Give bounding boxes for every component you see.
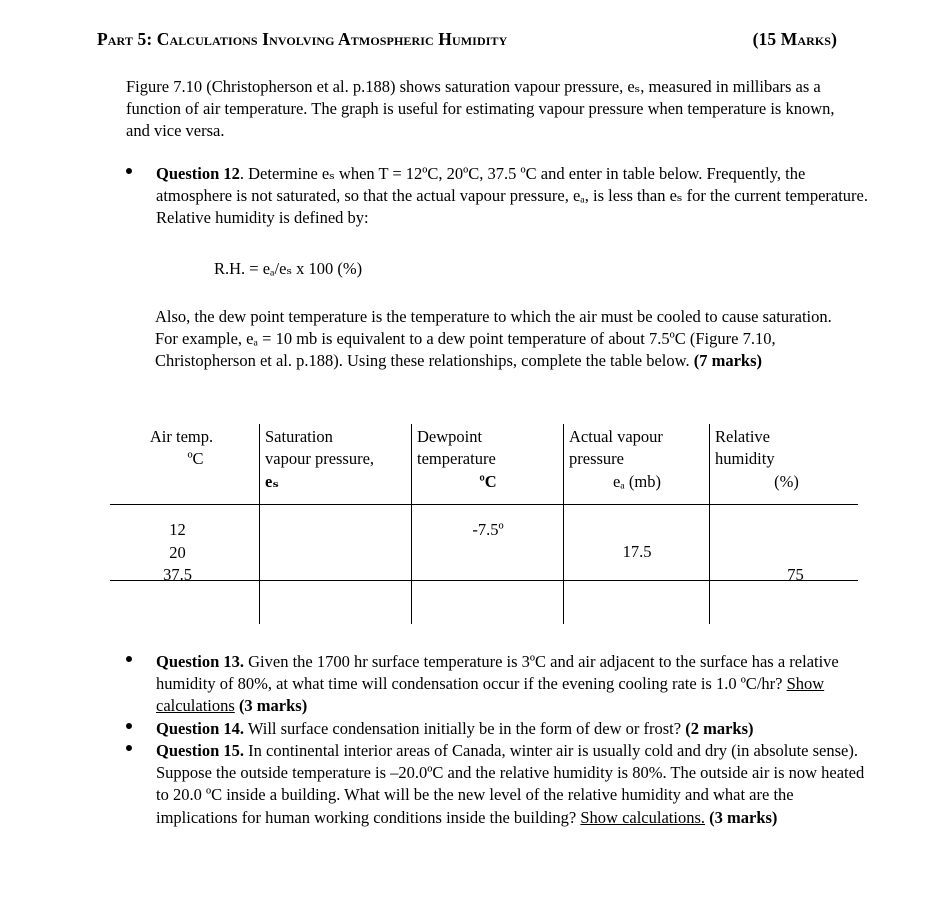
question-14-label: Question 14.: [156, 719, 245, 738]
question-15-label: Question 15.: [156, 741, 245, 760]
document-page: Part 5: Calculations Involving Atmospher…: [0, 0, 937, 897]
intro-paragraph-text: Figure 7.10 (Christopherson et al. p.188…: [126, 77, 835, 141]
question-13-marks: (3 marks): [238, 696, 308, 716]
table-row: 37.5: [163, 565, 192, 585]
table-row: 12: [169, 520, 186, 539]
table-column-divider-2: [411, 424, 412, 624]
question-12-label: Question 12: [156, 164, 240, 183]
question-13-label: Question 13.: [156, 652, 245, 671]
dewpoint-explanation-paragraph: Also, the dew point temperature is the t…: [155, 306, 845, 373]
question-13-text: Given the 1700 hr surface temperature is…: [156, 652, 839, 694]
table-row: 20: [169, 542, 186, 562]
table-header-saturation-line2: vapour pressure,: [265, 449, 375, 469]
table-header-relative-line3: (%): [774, 471, 799, 491]
table-header-saturation-line3: eₛ: [265, 471, 279, 491]
question-12-item: Question 12. Determine eₛ when T = 12ºC,…: [126, 163, 870, 230]
question-14-marks: (2 marks): [685, 719, 754, 738]
table-header-dewpoint-line3: ºC: [479, 471, 497, 491]
question-14-text: Will surface condensation initially be i…: [244, 719, 686, 738]
question-15-item: Question 15. In continental interior are…: [126, 740, 878, 829]
table-header-actual-line1: Actual vapour: [569, 427, 663, 446]
table-row: -7.5º: [472, 520, 504, 539]
table-header-relative-humidity: Relative humidity (%): [715, 426, 858, 493]
table-header-air-temp: Air temp. ºC: [110, 426, 253, 471]
question-15-show-calculations: Show calculations.: [580, 807, 706, 827]
table-header-dewpoint-temperature: Dewpoint temperature ºC: [417, 426, 559, 493]
bullet-dot-icon: [126, 655, 132, 662]
humidity-table: Air temp. ºC Saturation vapour pressure,…: [110, 424, 858, 624]
relative-humidity-formula-text: R.H. = eₐ/eₛ x 100 (%): [214, 259, 363, 278]
table-header-actual-line2: pressure: [569, 449, 624, 469]
table-header-relative-line2: humidity: [715, 449, 775, 469]
question-12-body: Question 12. Determine eₛ when T = 12ºC,…: [156, 163, 870, 230]
question-13-item: Question 13. Given the 1700 hr surface t…: [126, 651, 874, 718]
table-header-saturation-vapour-pressure: Saturation vapour pressure, eₛ: [265, 426, 407, 493]
intro-paragraph: Figure 7.10 (Christopherson et al. p.188…: [126, 76, 842, 143]
dewpoint-marks: (7 marks): [693, 351, 763, 371]
page-title: Part 5: Calculations Involving Atmospher…: [97, 29, 508, 49]
table-cell-dewpoint-value[interactable]: -7.5º: [417, 519, 559, 542]
bullet-dot-icon: [126, 744, 132, 751]
table-header-actual-line3: eₐ (mb): [612, 471, 662, 491]
table-header-dewpoint-line1: Dewpoint: [417, 427, 483, 446]
question-15-body: Question 15. In continental interior are…: [156, 740, 878, 829]
table-column-divider-4: [709, 424, 710, 624]
table-header-dewpoint-line2: temperature: [417, 449, 496, 469]
heading-marks-badge: (15 Marks): [752, 29, 837, 49]
question-15-marks: (3 marks): [709, 807, 778, 827]
table-cell-air-temp-values: 12 20 37.5: [110, 519, 253, 587]
table-header-air-temp-line1: Air temp.: [149, 427, 214, 446]
question-14-body: Question 14. Will surface condensation i…: [156, 718, 886, 740]
table-cell-actual-vapour-pressure-value[interactable]: 17.5: [569, 541, 705, 564]
section-heading: Part 5: Calculations Involving Atmospher…: [97, 28, 837, 51]
table-cell-relative-humidity-value[interactable]: 75: [715, 564, 858, 587]
relative-humidity-formula: R.H. = eₐ/eₛ x 100 (%): [214, 258, 714, 280]
table-row: 75: [787, 565, 804, 584]
table-column-divider-3: [563, 424, 564, 624]
table-header-actual-vapour-pressure: Actual vapour pressure eₐ (mb): [569, 426, 705, 493]
table-header-air-temp-line2: ºC: [187, 449, 204, 469]
bullet-dot-icon: [126, 722, 132, 729]
bullet-dot-icon: [126, 167, 132, 174]
table-header-rule: [110, 504, 858, 505]
table-header-relative-line1: Relative: [715, 427, 770, 446]
table-column-divider-1: [259, 424, 260, 624]
table-row: 17.5: [622, 542, 652, 561]
question-13-body: Question 13. Given the 1700 hr surface t…: [156, 651, 874, 718]
table-header-saturation-line1: Saturation: [265, 427, 333, 446]
question-14-item: Question 14. Will surface condensation i…: [126, 718, 886, 740]
question-12-text: . Determine eₛ when T = 12ºC, 20ºC, 37.5…: [156, 164, 868, 228]
